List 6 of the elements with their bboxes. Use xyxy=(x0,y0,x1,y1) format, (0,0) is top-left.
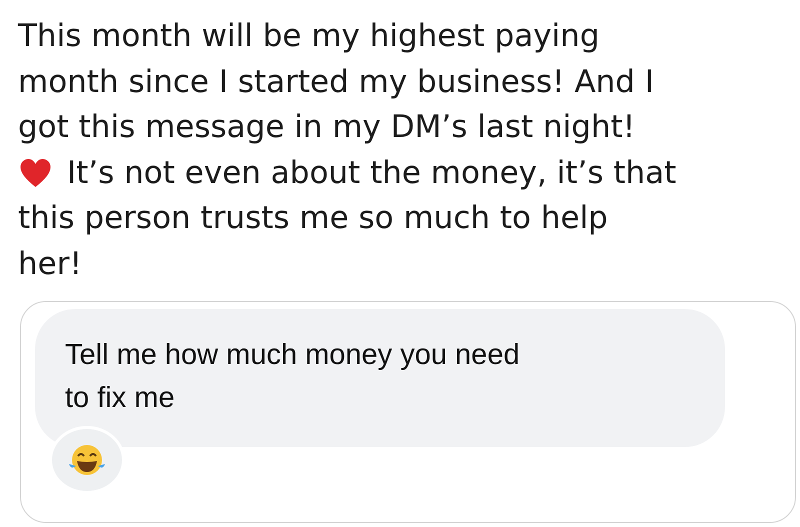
message-text: Tell me how much money you need to fix me xyxy=(65,338,521,416)
post-text: It’s not even about the money, it’s that xyxy=(67,154,676,192)
post-text: This month will be my highest paying month since I started my business! And I got this message in my DM’s last night! xyxy=(18,17,655,147)
post-text: this person trusts me so much to help her! xyxy=(18,199,609,284)
heart-icon xyxy=(19,158,52,188)
laughing-face-icon xyxy=(67,442,107,478)
